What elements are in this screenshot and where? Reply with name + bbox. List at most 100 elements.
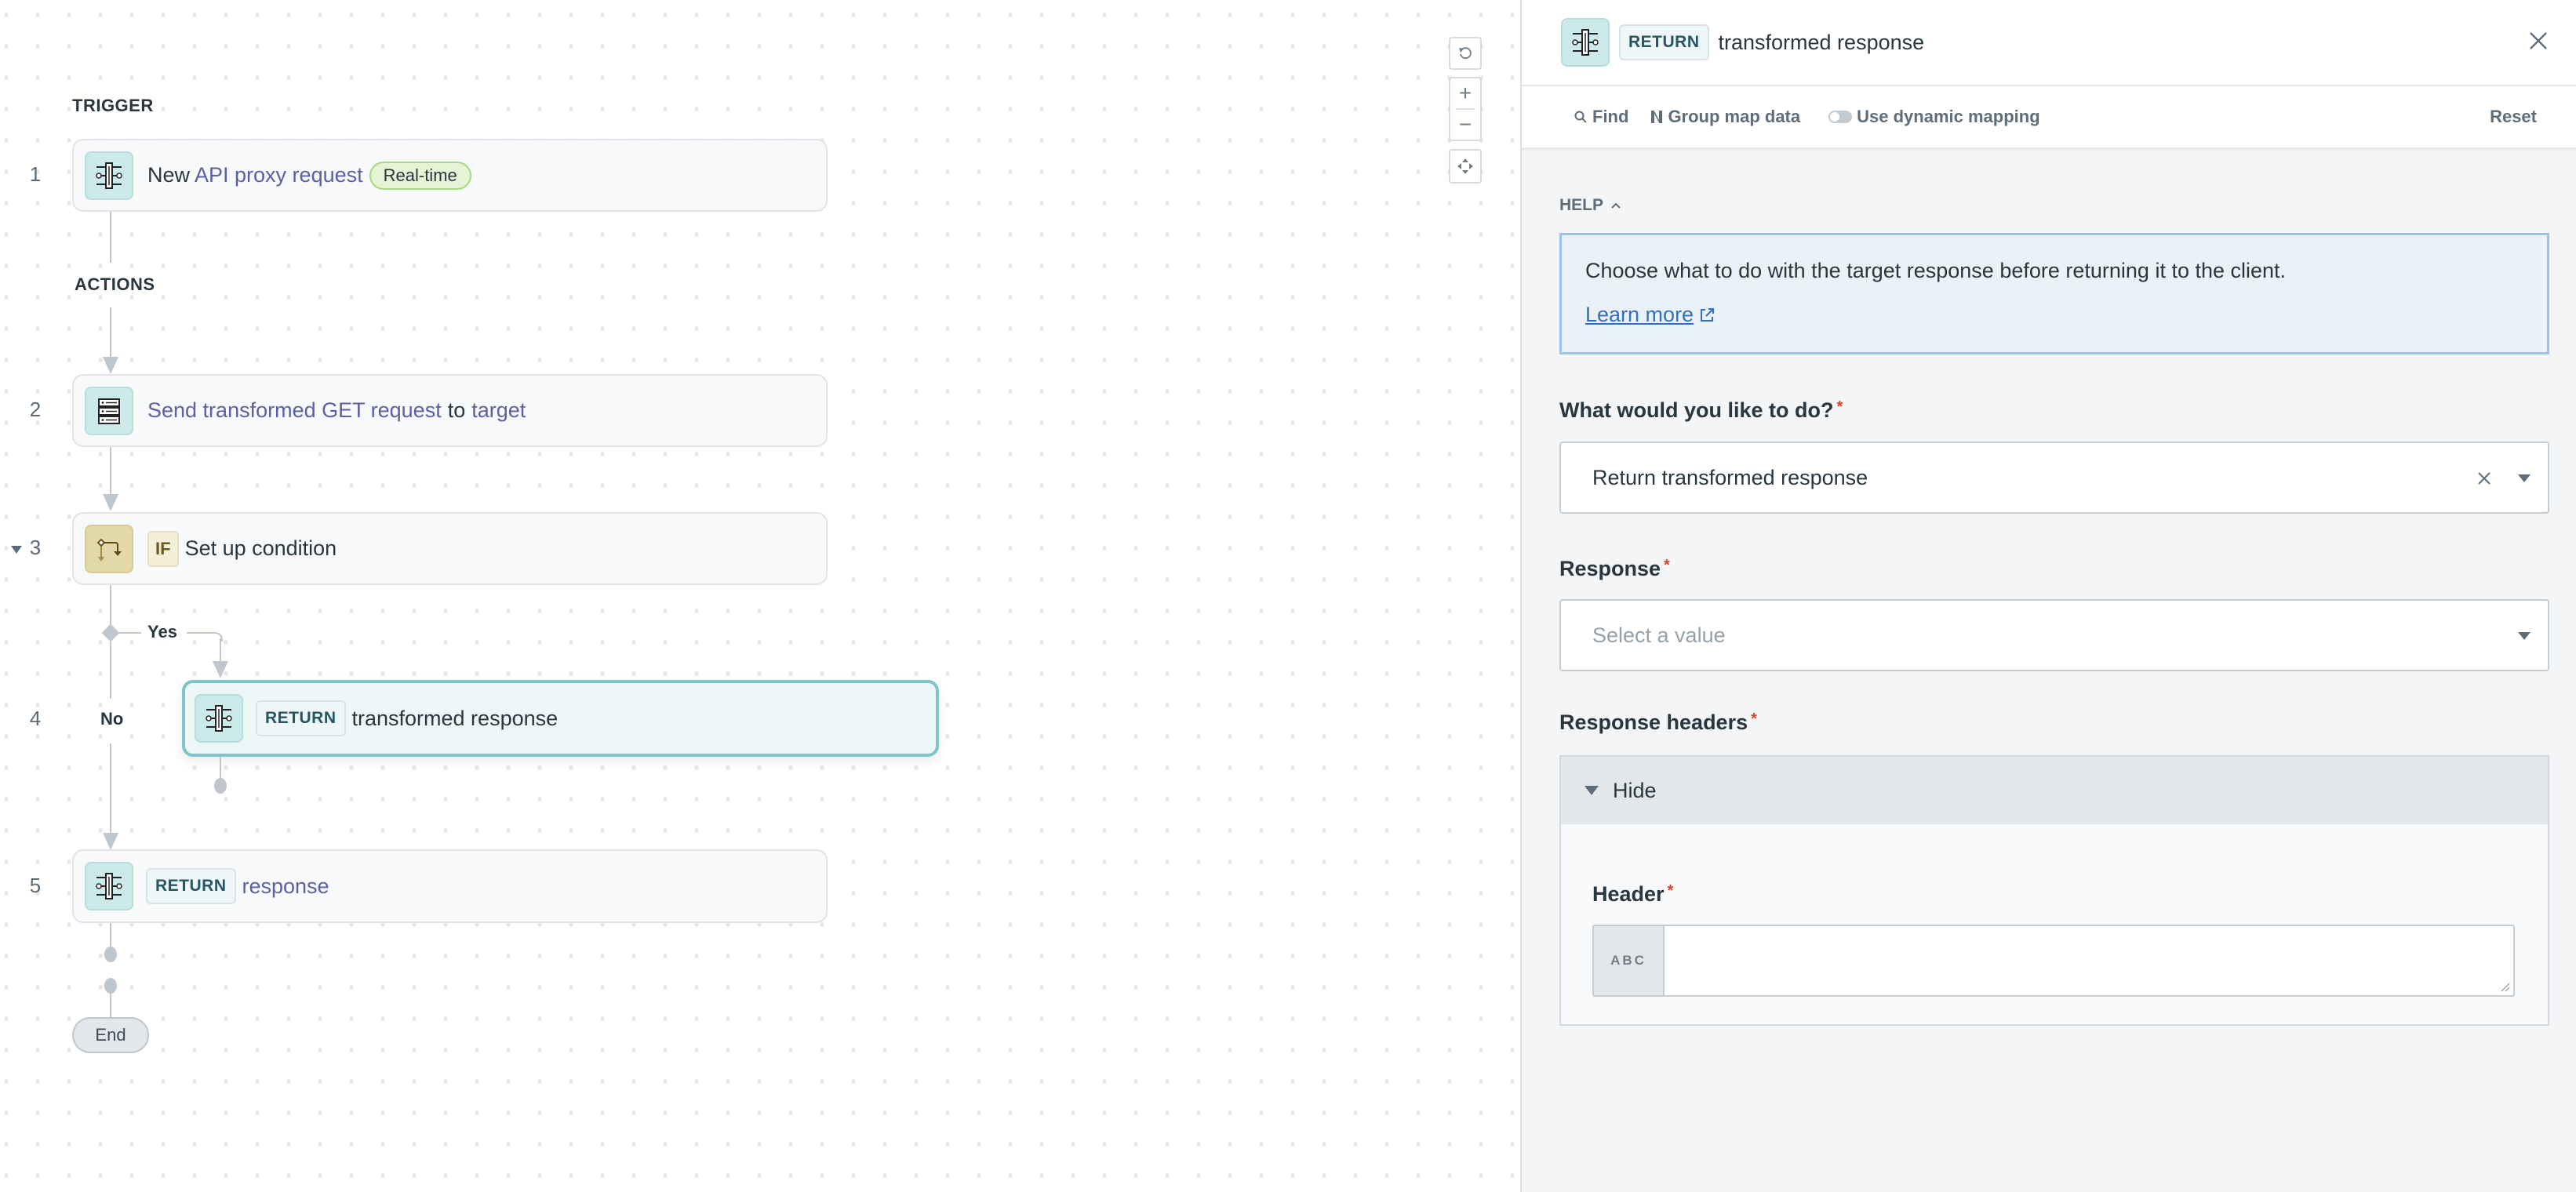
chevron-up-icon	[1611, 202, 1621, 209]
server-stack-icon	[85, 386, 133, 435]
response-select[interactable]: Select a value	[1559, 599, 2549, 671]
group-icon	[1651, 111, 1663, 123]
response-headers-label-text: Response headers	[1559, 710, 1748, 734]
response-label-text: Response	[1559, 557, 1661, 580]
condition-branch-icon	[85, 524, 133, 573]
find-button[interactable]: Find	[1574, 107, 1628, 127]
divider	[1456, 108, 1475, 110]
close-icon	[2530, 32, 2547, 49]
step-number: 4	[29, 707, 42, 730]
help-label: HELP	[1559, 196, 1604, 214]
step-card-trigger[interactable]: New API proxy request Real-time	[72, 139, 828, 212]
zoom-controls: + −	[1449, 77, 1482, 141]
branch-no-label: No	[97, 707, 127, 731]
required-marker: *	[1751, 710, 1757, 728]
clear-icon	[2478, 472, 2490, 485]
fit-view-button[interactable]	[1449, 149, 1482, 184]
response-headers-group: Hide Header * ABC	[1559, 755, 2549, 1026]
connector-arrow	[103, 833, 118, 850]
header-input[interactable]	[1665, 926, 2513, 995]
response-field-label: Response *	[1559, 557, 1670, 581]
step-title-link: target	[471, 398, 526, 422]
api-proxy-icon	[195, 694, 243, 743]
if-tag: IF	[147, 530, 179, 567]
connector-line	[110, 447, 111, 498]
panel-toolbar: Find Group map data Use dynamic mapping …	[1522, 86, 2576, 151]
end-node: End	[72, 1017, 149, 1053]
action-select-value: Return transformed response	[1592, 465, 1868, 489]
dynamic-mapping-toggle[interactable]: Use dynamic mapping	[1828, 107, 2040, 127]
api-proxy-icon	[1561, 18, 1610, 67]
external-link-icon	[1701, 307, 1715, 322]
step-card-return-response[interactable]: RETURN response	[72, 849, 828, 923]
learn-more-label: Learn more	[1585, 303, 1694, 326]
refresh-icon	[1459, 47, 1472, 60]
connector-line	[110, 990, 111, 1018]
required-marker: *	[1667, 882, 1674, 899]
resize-handle-icon[interactable]	[2499, 981, 2510, 992]
return-tag: RETURN	[256, 700, 346, 736]
connector-arrow	[213, 661, 228, 678]
workflow-canvas[interactable]: TRIGGER 1 New API proxy request Real-tim…	[0, 0, 1520, 1192]
action-field-label: What would you like to do? *	[1559, 398, 1843, 423]
step-title-link: response	[242, 874, 329, 898]
toggle-switch[interactable]	[1828, 111, 1853, 123]
panel-header: RETURN transformed response	[1522, 0, 2576, 86]
realtime-badge: Real-time	[369, 161, 471, 190]
branch-line	[220, 638, 221, 662]
help-toggle[interactable]: HELP	[1559, 196, 1622, 215]
step-number: 2	[29, 398, 42, 421]
group-map-data-button[interactable]: Group map data	[1650, 107, 1800, 127]
step-card-send-request[interactable]: Send transformed GET request to target	[72, 374, 828, 447]
help-box: Choose what to do with the target respon…	[1559, 233, 2549, 354]
step-title-link: API proxy request	[195, 163, 363, 187]
action-label-text: What would you like to do?	[1559, 398, 1834, 422]
reset-button[interactable]: Reset	[2490, 107, 2537, 127]
connector-line	[110, 212, 111, 263]
api-proxy-icon	[85, 151, 133, 200]
caret-down-icon	[1585, 786, 1599, 795]
help-text: Choose what to do with the target respon…	[1585, 259, 2287, 282]
branch-line	[118, 632, 141, 634]
close-button[interactable]	[2524, 27, 2552, 55]
header-input-group: ABC	[1592, 925, 2515, 997]
step-title-text: Set up condition	[184, 536, 337, 560]
reset-view-button[interactable]	[1449, 37, 1482, 70]
zoom-in-button[interactable]: +	[1459, 82, 1472, 105]
find-label: Find	[1592, 107, 1629, 126]
branch-end-dot	[214, 778, 227, 794]
dynamic-mapping-label: Use dynamic mapping	[1857, 107, 2040, 126]
chevron-down-icon	[2518, 474, 2531, 482]
learn-more-link[interactable]: Learn more	[1585, 303, 1716, 327]
return-tag: RETURN	[146, 868, 236, 904]
connector-arrow	[103, 494, 118, 511]
hide-headers-toggle[interactable]: Hide	[1561, 757, 2548, 824]
text-type-indicator: ABC	[1594, 926, 1665, 995]
response-select-placeholder: Select a value	[1592, 623, 1726, 647]
step-title-link: Send transformed GET request	[147, 398, 442, 422]
flow-dot	[104, 947, 117, 962]
step-number: 5	[29, 874, 42, 897]
required-marker: *	[1664, 557, 1670, 574]
step-title-text: transformed response	[351, 706, 558, 730]
step-card-condition[interactable]: IF Set up condition	[72, 512, 828, 585]
step-number: 1	[29, 162, 42, 186]
action-select[interactable]: Return transformed response	[1559, 442, 2549, 514]
clear-selection-button[interactable]	[2471, 465, 2498, 496]
actions-section-label: ACTIONS	[75, 274, 155, 294]
group-map-data-label: Group map data	[1668, 107, 1801, 126]
connector-arrow	[103, 357, 118, 374]
panel-title: transformed response	[1718, 30, 1925, 54]
return-tag: RETURN	[1619, 24, 1709, 60]
branch-diamond	[101, 623, 120, 642]
move-arrows-icon	[1457, 158, 1473, 174]
hide-label: Hide	[1613, 778, 1657, 802]
branch-corner	[209, 632, 223, 641]
step-card-return-transformed[interactable]: RETURN transformed response	[182, 680, 939, 757]
step-title-text: to	[447, 398, 466, 422]
step-title-prefix: New	[147, 163, 191, 187]
zoom-out-button[interactable]: −	[1459, 113, 1472, 136]
required-marker: *	[1836, 398, 1843, 416]
header-field-label: Header *	[1592, 882, 1673, 907]
step-number: 3	[29, 536, 42, 559]
